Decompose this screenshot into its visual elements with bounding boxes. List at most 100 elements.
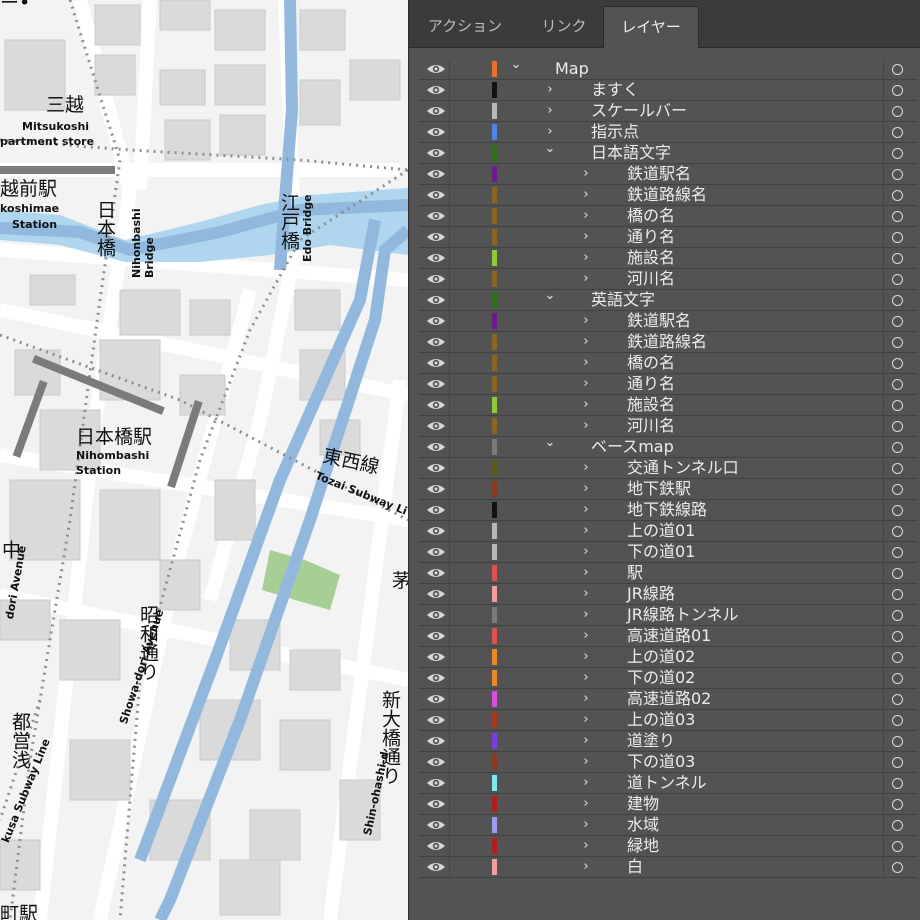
target-circle-icon[interactable] bbox=[892, 694, 903, 705]
target-circle-icon[interactable] bbox=[892, 127, 903, 138]
layer-row[interactable]: › 橋の名 bbox=[419, 206, 917, 227]
eye-icon[interactable] bbox=[425, 397, 447, 413]
target-circle-icon[interactable] bbox=[892, 820, 903, 831]
layer-row[interactable]: › 緑地 bbox=[419, 836, 917, 857]
target-circle-icon[interactable] bbox=[892, 442, 903, 453]
eye-icon[interactable] bbox=[425, 712, 447, 728]
chevron-right-icon[interactable]: › bbox=[579, 669, 593, 687]
eye-icon[interactable] bbox=[425, 649, 447, 665]
chevron-right-icon[interactable]: › bbox=[579, 354, 593, 372]
layer-row[interactable]: › 施設名 bbox=[419, 248, 917, 269]
eye-icon[interactable] bbox=[425, 817, 447, 833]
target-circle-icon[interactable] bbox=[892, 358, 903, 369]
eye-icon[interactable] bbox=[425, 376, 447, 392]
eye-icon[interactable] bbox=[425, 418, 447, 434]
chevron-right-icon[interactable]: › bbox=[579, 186, 593, 204]
eye-icon[interactable] bbox=[425, 859, 447, 875]
chevron-down-icon[interactable]: ⌄ bbox=[543, 434, 557, 452]
chevron-right-icon[interactable]: › bbox=[579, 774, 593, 792]
target-circle-icon[interactable] bbox=[892, 715, 903, 726]
chevron-right-icon[interactable]: › bbox=[579, 753, 593, 771]
target-circle-icon[interactable] bbox=[892, 295, 903, 306]
target-circle-icon[interactable] bbox=[892, 652, 903, 663]
chevron-right-icon[interactable]: › bbox=[579, 522, 593, 540]
chevron-right-icon[interactable]: › bbox=[579, 795, 593, 813]
target-circle-icon[interactable] bbox=[892, 232, 903, 243]
eye-icon[interactable] bbox=[425, 481, 447, 497]
chevron-down-icon[interactable]: ⌄ bbox=[543, 140, 557, 158]
tab-layers[interactable]: レイヤー bbox=[603, 6, 699, 48]
target-circle-icon[interactable] bbox=[892, 421, 903, 432]
layer-row[interactable]: › 鉄道路線名 bbox=[419, 185, 917, 206]
eye-icon[interactable] bbox=[425, 565, 447, 581]
eye-icon[interactable] bbox=[425, 670, 447, 686]
layer-row[interactable]: ⌄ Map bbox=[419, 56, 917, 80]
chevron-right-icon[interactable]: › bbox=[543, 123, 557, 141]
eye-icon[interactable] bbox=[425, 460, 447, 476]
eye-icon[interactable] bbox=[425, 292, 447, 308]
eye-icon[interactable] bbox=[425, 61, 447, 77]
target-circle-icon[interactable] bbox=[892, 757, 903, 768]
tab-links[interactable]: リンク bbox=[521, 6, 607, 47]
layer-row[interactable]: › 道塗り bbox=[419, 731, 917, 752]
target-circle-icon[interactable] bbox=[892, 484, 903, 495]
layer-row[interactable]: › 白 bbox=[419, 857, 917, 878]
layer-row[interactable]: › 地下鉄線路 bbox=[419, 500, 917, 521]
layer-row[interactable]: › 上の道03 bbox=[419, 710, 917, 731]
target-circle-icon[interactable] bbox=[892, 673, 903, 684]
layer-row[interactable]: › 高速道路01 bbox=[419, 626, 917, 647]
layer-row[interactable]: › 通り名 bbox=[419, 374, 917, 395]
target-circle-icon[interactable] bbox=[892, 736, 903, 747]
eye-icon[interactable] bbox=[425, 208, 447, 224]
chevron-right-icon[interactable]: › bbox=[579, 501, 593, 519]
target-circle-icon[interactable] bbox=[892, 568, 903, 579]
target-circle-icon[interactable] bbox=[892, 274, 903, 285]
chevron-right-icon[interactable]: › bbox=[579, 417, 593, 435]
chevron-right-icon[interactable]: › bbox=[579, 564, 593, 582]
chevron-right-icon[interactable]: › bbox=[579, 312, 593, 330]
target-circle-icon[interactable] bbox=[892, 400, 903, 411]
layer-row[interactable]: › 地下鉄駅 bbox=[419, 479, 917, 500]
map-canvas[interactable]: ー• 三越 Mitsukoshi partment store 越前駅 kosh… bbox=[0, 0, 408, 920]
layer-row[interactable]: › 鉄道駅名 bbox=[419, 164, 917, 185]
target-circle-icon[interactable] bbox=[892, 169, 903, 180]
eye-icon[interactable] bbox=[425, 103, 447, 119]
layer-row[interactable]: › 下の道02 bbox=[419, 668, 917, 689]
eye-icon[interactable] bbox=[425, 628, 447, 644]
eye-icon[interactable] bbox=[425, 754, 447, 770]
target-circle-icon[interactable] bbox=[892, 85, 903, 96]
chevron-right-icon[interactable]: › bbox=[579, 627, 593, 645]
target-circle-icon[interactable] bbox=[892, 316, 903, 327]
chevron-right-icon[interactable]: › bbox=[579, 837, 593, 855]
chevron-right-icon[interactable]: › bbox=[579, 228, 593, 246]
target-circle-icon[interactable] bbox=[892, 841, 903, 852]
target-circle-icon[interactable] bbox=[892, 589, 903, 600]
layer-row[interactable]: › 上の道01 bbox=[419, 521, 917, 542]
chevron-right-icon[interactable]: › bbox=[579, 816, 593, 834]
layer-row[interactable]: › 建物 bbox=[419, 794, 917, 815]
layer-row[interactable]: › 河川名 bbox=[419, 416, 917, 437]
chevron-right-icon[interactable]: › bbox=[579, 270, 593, 288]
target-circle-icon[interactable] bbox=[892, 190, 903, 201]
layer-row[interactable]: › 通り名 bbox=[419, 227, 917, 248]
tab-actions[interactable]: アクション bbox=[413, 6, 517, 47]
layer-row[interactable]: › 橋の名 bbox=[419, 353, 917, 374]
eye-icon[interactable] bbox=[425, 523, 447, 539]
eye-icon[interactable] bbox=[425, 187, 447, 203]
target-circle-icon[interactable] bbox=[892, 64, 903, 75]
eye-icon[interactable] bbox=[425, 439, 447, 455]
layer-row[interactable]: › 鉄道路線名 bbox=[419, 332, 917, 353]
chevron-right-icon[interactable]: › bbox=[579, 690, 593, 708]
chevron-down-icon[interactable]: ⌄ bbox=[509, 56, 523, 74]
chevron-right-icon[interactable]: › bbox=[579, 249, 593, 267]
chevron-right-icon[interactable]: › bbox=[579, 165, 593, 183]
target-circle-icon[interactable] bbox=[892, 505, 903, 516]
chevron-right-icon[interactable]: › bbox=[579, 207, 593, 225]
layer-row[interactable]: ⌄ ベースmap bbox=[419, 434, 917, 458]
layer-row[interactable]: › 道トンネル bbox=[419, 773, 917, 794]
chevron-right-icon[interactable]: › bbox=[579, 396, 593, 414]
target-circle-icon[interactable] bbox=[892, 547, 903, 558]
eye-icon[interactable] bbox=[425, 82, 447, 98]
eye-icon[interactable] bbox=[425, 229, 447, 245]
chevron-right-icon[interactable]: › bbox=[579, 333, 593, 351]
